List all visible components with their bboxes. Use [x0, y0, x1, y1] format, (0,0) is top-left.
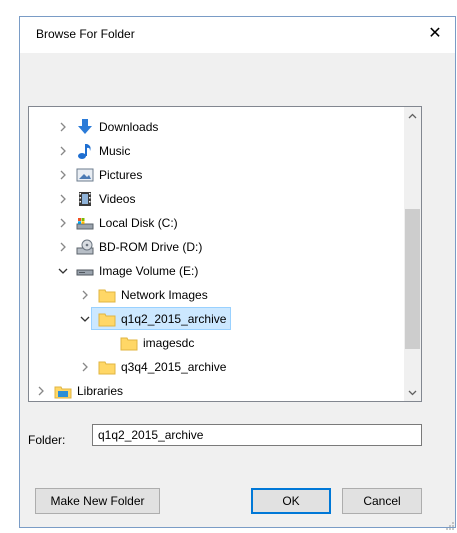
ok-button[interactable]: OK — [251, 488, 331, 514]
dialog-title: Browse For Folder — [36, 27, 135, 41]
folder-icon — [98, 287, 116, 303]
folder-icon — [98, 311, 116, 327]
scroll-thumb[interactable] — [405, 209, 420, 349]
bd-rom-drive-icon — [76, 239, 94, 255]
tree-item-label: q3q4_2015_archive — [121, 359, 227, 374]
tree-item-label: q1q2_2015_archive — [121, 311, 227, 326]
close-icon: ✕ — [428, 25, 442, 42]
libraries-icon — [54, 383, 72, 399]
close-button[interactable]: ✕ — [415, 17, 455, 49]
tree-item-label: BD-ROM Drive (D:) — [99, 239, 203, 254]
pictures-icon — [76, 167, 94, 183]
selection-highlight: q1q2_2015_archive — [90, 307, 232, 330]
tree-item-label: Image Volume (E:) — [99, 263, 199, 278]
tree-item-label: Local Disk (C:) — [99, 215, 178, 230]
no-chevron-spacer — [100, 336, 114, 350]
chevron-right-icon[interactable] — [56, 120, 70, 134]
tree-item-q1q2-2015-archive[interactable]: q1q2_2015_archive — [78, 307, 232, 330]
chevron-right-icon[interactable] — [56, 144, 70, 158]
scroll-up-button[interactable] — [404, 107, 421, 124]
tree-item-image-volume-e[interactable]: Image Volume (E:) — [56, 259, 198, 282]
tree-item-label: imagesdc — [143, 335, 195, 350]
folder-icon — [98, 359, 116, 375]
tree-item-local-disk-c[interactable]: Local Disk (C:) — [56, 211, 178, 234]
tree-item-label: Libraries — [77, 383, 124, 398]
chevron-right-icon[interactable] — [56, 240, 70, 254]
tree-item-music[interactable]: Music — [56, 139, 130, 162]
chevron-up-icon — [408, 113, 417, 118]
chevron-right-icon[interactable] — [56, 192, 70, 206]
local-disk-icon — [76, 215, 94, 231]
cancel-button[interactable]: Cancel — [342, 488, 422, 514]
tree-item-libraries[interactable]: Libraries — [34, 379, 124, 401]
chevron-down-icon — [408, 390, 417, 395]
tree-item-downloads[interactable]: Downloads — [56, 115, 158, 138]
tree-item-label: Music — [99, 143, 131, 158]
folder-input[interactable] — [92, 424, 422, 446]
tree-item-label: Videos — [99, 191, 136, 206]
drive-icon — [76, 263, 94, 279]
tree-item-label: Downloads — [99, 119, 159, 134]
tree-item-label: Network Images — [121, 287, 208, 302]
tree-item-label: Pictures — [99, 167, 143, 182]
scroll-down-button[interactable] — [404, 384, 421, 401]
videos-icon — [76, 191, 94, 207]
tree-item-network-images[interactable]: Network Images — [78, 283, 208, 306]
chevron-right-icon[interactable] — [34, 384, 48, 398]
make-new-folder-button[interactable]: Make New Folder — [35, 488, 160, 514]
folder-tree[interactable]: Downloads Music Pictures Videos Local Di… — [28, 106, 422, 402]
resize-grip-icon[interactable] — [445, 521, 455, 531]
tree-item-imagesdc[interactable]: imagesdc — [100, 331, 194, 354]
chevron-right-icon[interactable] — [78, 288, 92, 302]
folder-icon — [120, 335, 138, 351]
music-note-icon — [76, 143, 94, 159]
tree-item-videos[interactable]: Videos — [56, 187, 135, 210]
vertical-scrollbar[interactable] — [404, 107, 421, 401]
chevron-down-icon[interactable] — [56, 264, 70, 278]
tree-item-bd-rom-drive-d[interactable]: BD-ROM Drive (D:) — [56, 235, 202, 258]
chevron-right-icon[interactable] — [56, 216, 70, 230]
title-bar[interactable]: Browse For Folder ✕ — [20, 17, 455, 53]
folder-label: Folder: — [28, 433, 66, 447]
tree-item-q3q4-2015-archive[interactable]: q3q4_2015_archive — [78, 355, 226, 378]
download-arrow-icon — [76, 118, 94, 135]
tree-item-pictures[interactable]: Pictures — [56, 163, 142, 186]
chevron-down-icon[interactable] — [78, 312, 92, 326]
chevron-right-icon[interactable] — [56, 168, 70, 182]
chevron-right-icon[interactable] — [78, 360, 92, 374]
